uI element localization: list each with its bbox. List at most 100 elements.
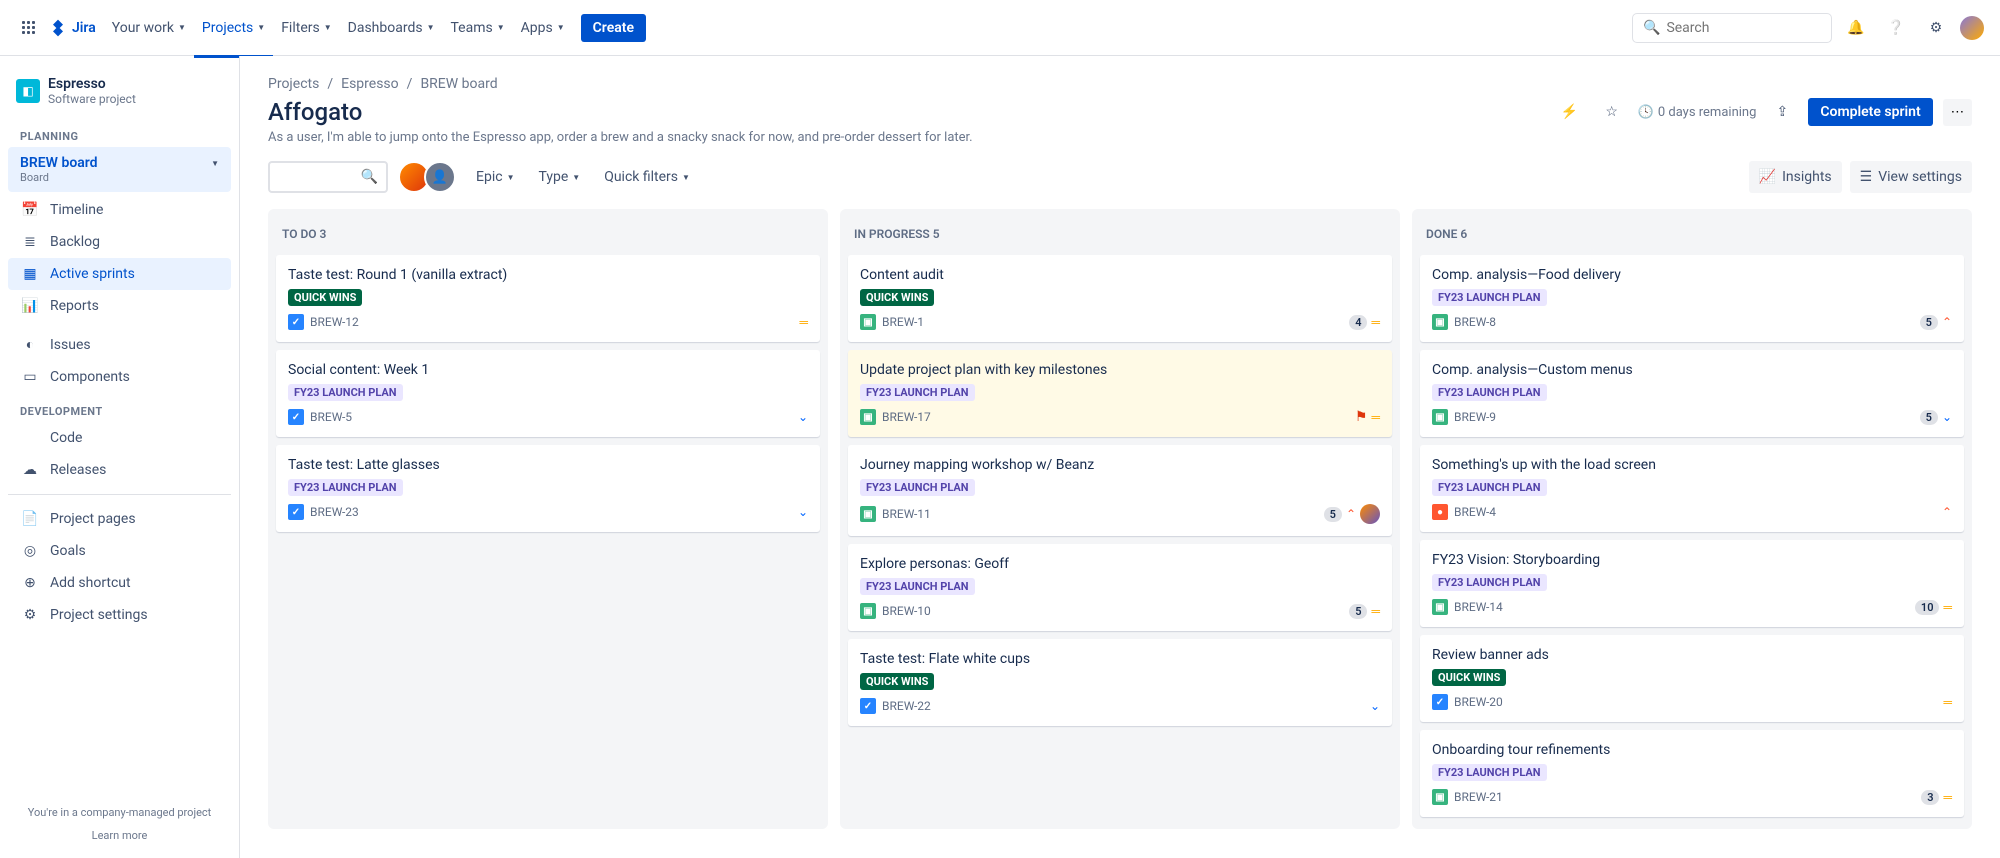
sidebar-item-add-shortcut[interactable]: ⊕Add shortcut xyxy=(8,567,231,599)
card-key: BREW-17 xyxy=(882,410,931,424)
story-points: 3 xyxy=(1921,790,1939,805)
priority-med-icon: ═ xyxy=(799,315,808,329)
assignee-avatar[interactable] xyxy=(1360,504,1380,524)
card-title: Taste test: Round 1 (vanilla extract) xyxy=(288,267,808,283)
card-key: BREW-23 xyxy=(310,505,359,519)
sidebar-item-issues[interactable]: ◐Issues xyxy=(8,328,231,361)
insights-button[interactable]: 📈Insights xyxy=(1749,161,1842,193)
issue-type-story-icon: ▣ xyxy=(860,314,876,330)
learn-more-link[interactable]: Learn more xyxy=(8,829,231,842)
chevron-down-icon: ▼ xyxy=(557,23,565,32)
sidebar-item-backlog[interactable]: ≣Backlog xyxy=(8,226,231,258)
issue-type-story-icon: ▣ xyxy=(860,603,876,619)
share-icon[interactable]: ⇪ xyxy=(1766,96,1798,128)
view-settings-button[interactable]: ☰View settings xyxy=(1850,161,1972,193)
jira-logo[interactable]: Jira xyxy=(48,18,96,38)
card-key: BREW-21 xyxy=(1454,790,1503,804)
epic-filter[interactable]: Epic▼ xyxy=(472,163,518,191)
nav-filters[interactable]: Filters▼ xyxy=(273,1,339,55)
card[interactable]: FY23 Vision: StoryboardingFY23 LAUNCH PL… xyxy=(1420,540,1964,627)
board: TO DO 3 Taste test: Round 1 (vanilla extr… xyxy=(268,209,1972,829)
priority-high-icon: ⌃ xyxy=(1346,507,1356,521)
sidebar-item-label: Active sprints xyxy=(50,266,135,282)
app-switcher-icon[interactable] xyxy=(16,16,40,40)
sidebar-item-active-sprints[interactable]: ▦ Active sprints xyxy=(8,258,231,290)
breadcrumb-item[interactable]: Projects xyxy=(268,76,319,92)
sprints-icon: ▦ xyxy=(20,266,40,282)
search-box[interactable]: 🔍 xyxy=(1632,13,1832,43)
profile-avatar[interactable] xyxy=(1960,16,1984,40)
star-icon[interactable]: ☆ xyxy=(1596,96,1628,128)
sidebar-item-goals[interactable]: ◎Goals xyxy=(8,535,231,567)
search-icon: 🔍 xyxy=(1643,20,1660,36)
story-points: 5 xyxy=(1920,315,1938,330)
sidebar-item-timeline[interactable]: 📅Timeline xyxy=(8,194,231,226)
card-title: Something's up with the load screen xyxy=(1432,457,1952,473)
avatar-unassigned[interactable]: 👤 xyxy=(424,161,456,193)
search-icon: 🔍 xyxy=(361,169,378,185)
card[interactable]: Comp. analysis—Food deliveryFY23 LAUNCH … xyxy=(1420,255,1964,342)
card-title: Content audit xyxy=(860,267,1380,283)
sidebar-item-label: Releases xyxy=(50,462,106,478)
search-input[interactable] xyxy=(1666,20,1821,36)
breadcrumb-item[interactable]: Espresso xyxy=(341,76,399,92)
sidebar-item-components[interactable]: ▭Components xyxy=(8,361,231,393)
card[interactable]: Social content: Week 1FY23 LAUNCH PLAN✓B… xyxy=(276,350,820,437)
card-key: BREW-11 xyxy=(882,507,931,521)
story-points: 10 xyxy=(1915,600,1940,615)
more-actions-button[interactable]: ⋯ xyxy=(1943,99,1972,126)
nav-dashboards[interactable]: Dashboards▼ xyxy=(340,1,443,55)
card[interactable]: Something's up with the load screenFY23 … xyxy=(1420,445,1964,532)
assignee-avatars[interactable]: 👤 xyxy=(404,161,456,193)
card[interactable]: Taste test: Latte glassesFY23 LAUNCH PLA… xyxy=(276,445,820,532)
card-label: FY23 LAUNCH PLAN xyxy=(1432,289,1547,306)
sidebar-item-project-pages[interactable]: 📄Project pages xyxy=(8,503,231,535)
nav-your-work[interactable]: Your work▼ xyxy=(104,1,194,55)
column-header: TO DO 3 xyxy=(276,217,820,251)
card-key: BREW-1 xyxy=(882,315,924,329)
card[interactable]: Review banner adsQUICK WINS✓BREW-20═ xyxy=(1420,635,1964,722)
card-label: FY23 LAUNCH PLAN xyxy=(1432,574,1547,591)
nav-teams[interactable]: Teams▼ xyxy=(443,1,513,55)
issue-type-story-icon: ▣ xyxy=(1432,409,1448,425)
issue-type-bug-icon: ● xyxy=(1432,504,1448,520)
card[interactable]: Content auditQUICK WINS▣BREW-14═ xyxy=(848,255,1392,342)
nav-projects[interactable]: Projects▼ xyxy=(194,1,273,58)
card-title: Journey mapping workshop w/ Beanz xyxy=(860,457,1380,473)
card[interactable]: Comp. analysis—Custom menusFY23 LAUNCH P… xyxy=(1420,350,1964,437)
priority-high-icon: ⌃ xyxy=(1942,315,1952,329)
card[interactable]: Onboarding tour refinementsFY23 LAUNCH P… xyxy=(1420,730,1964,817)
sidebar-item-code[interactable]: Code xyxy=(8,422,231,454)
filter-row: 🔍 👤 Epic▼ Type▼ Quick filters▼ 📈Insights… xyxy=(268,161,1972,193)
card[interactable]: Taste test: Flate white cupsQUICK WINS✓B… xyxy=(848,639,1392,726)
sidebar-item-reports[interactable]: 📊Reports xyxy=(8,290,231,322)
notifications-icon[interactable]: 🔔 xyxy=(1840,12,1872,44)
complete-sprint-button[interactable]: Complete sprint xyxy=(1808,98,1932,126)
issue-type-task-icon: ✓ xyxy=(288,314,304,330)
chevron-down-icon: ▼ xyxy=(497,23,505,32)
chevron-down-icon: ▼ xyxy=(507,173,515,182)
card[interactable]: Explore personas: GeoffFY23 LAUNCH PLAN▣… xyxy=(848,544,1392,631)
page-icon: 📄 xyxy=(20,511,40,527)
create-button[interactable]: Create xyxy=(581,14,646,42)
card[interactable]: Update project plan with key milestonesF… xyxy=(848,350,1392,437)
quick-filters[interactable]: Quick filters▼ xyxy=(600,163,694,191)
issues-icon: ◐ xyxy=(20,336,40,353)
automation-icon[interactable]: ⚡ xyxy=(1554,96,1586,128)
type-filter[interactable]: Type▼ xyxy=(534,163,584,191)
sidebar-item-project-settings[interactable]: ⚙Project settings xyxy=(8,599,231,631)
settings-icon[interactable]: ⚙ xyxy=(1920,12,1952,44)
help-icon[interactable]: ❔ xyxy=(1880,12,1912,44)
board-search[interactable]: 🔍 xyxy=(268,161,388,193)
breadcrumb-item[interactable]: BREW board xyxy=(420,76,497,92)
card[interactable]: Journey mapping workshop w/ BeanzFY23 LA… xyxy=(848,445,1392,536)
sidebar-item-releases[interactable]: ☁Releases xyxy=(8,454,231,486)
card-label: QUICK WINS xyxy=(1432,669,1506,686)
card[interactable]: Taste test: Round 1 (vanilla extract)QUI… xyxy=(276,255,820,342)
project-type: Software project xyxy=(48,92,136,106)
sidebar-board-group[interactable]: BREW board▼ Board xyxy=(8,147,231,192)
project-icon: ◧ xyxy=(16,79,40,103)
card-title: Comp. analysis—Custom menus xyxy=(1432,362,1952,378)
project-header[interactable]: ◧ Espresso Software project xyxy=(8,72,231,118)
nav-apps[interactable]: Apps▼ xyxy=(513,1,573,55)
